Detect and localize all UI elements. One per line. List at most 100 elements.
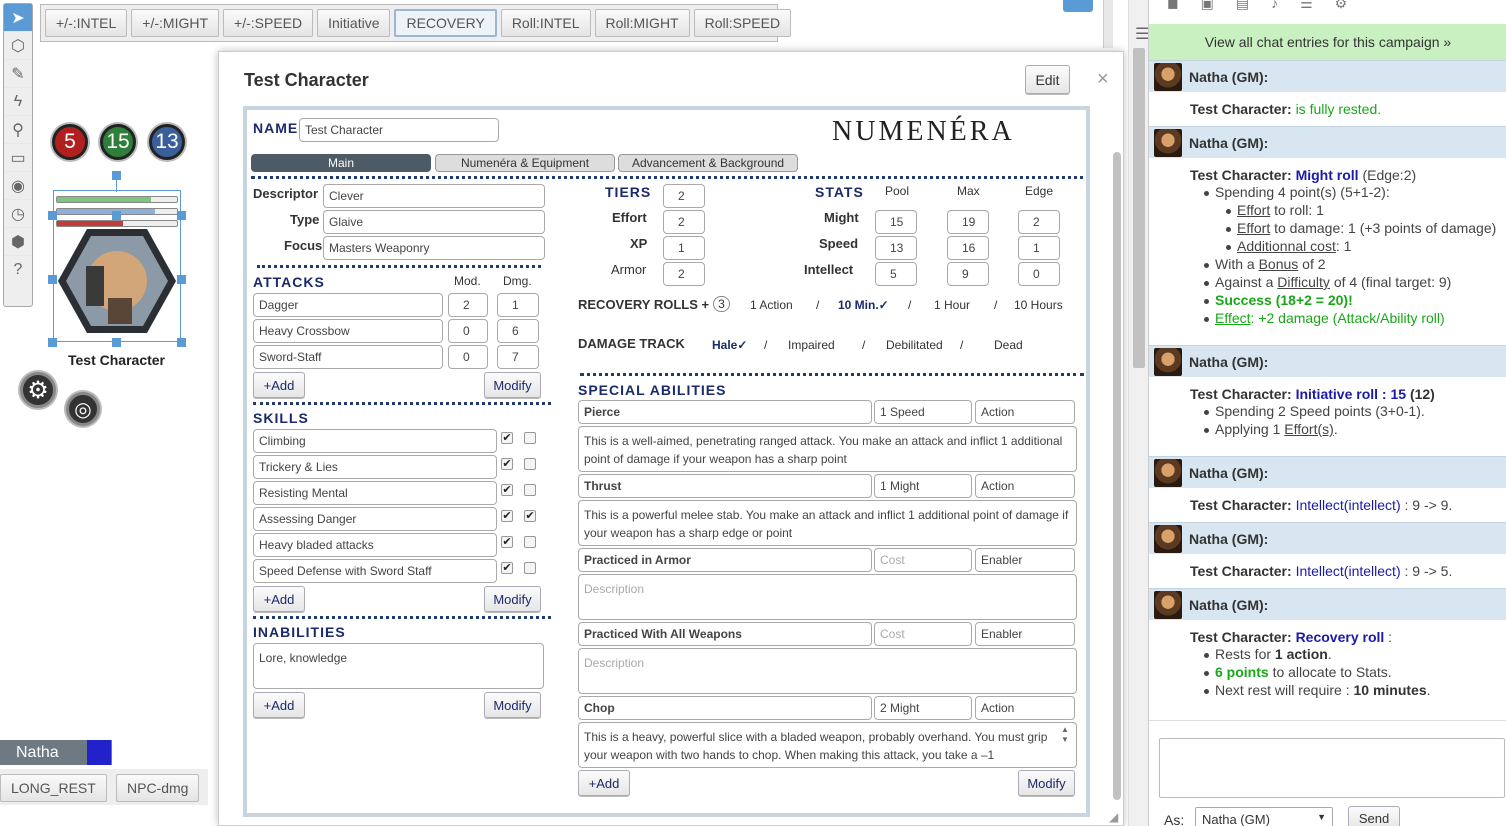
ruler-icon[interactable]: ▭ — [4, 144, 32, 172]
list-icon[interactable]: ☰ — [1300, 0, 1313, 14]
edit-button[interactable]: Edit — [1025, 65, 1070, 94]
effect-link[interactable]: Effect — [1215, 310, 1251, 326]
attacks-add-button[interactable]: +Add — [253, 372, 305, 398]
skill-specialized-checkbox[interactable] — [524, 562, 536, 574]
help-icon[interactable]: ? — [4, 256, 32, 284]
ability-name[interactable]: Pierce — [578, 400, 872, 424]
macro-button[interactable]: +/-:MIGHT — [131, 9, 220, 37]
ability-name[interactable]: Practiced in Armor — [578, 548, 872, 572]
speed-edge[interactable]: 1 — [1018, 236, 1060, 260]
ability-type[interactable]: Action — [975, 400, 1075, 424]
skill-specialized-checkbox[interactable]: ✔ — [524, 510, 536, 522]
chat-icon[interactable]: ◼ — [1167, 0, 1179, 14]
zoom-icon[interactable]: ⚲ — [4, 116, 32, 144]
dice-icon[interactable]: ⬢ — [4, 228, 32, 256]
resize-handle[interactable] — [112, 211, 121, 220]
player-name-bar[interactable]: Natha — [0, 740, 112, 765]
journal-icon[interactable]: ▤ — [1236, 0, 1249, 14]
skill-specialized-checkbox[interactable] — [524, 432, 536, 444]
resize-handle[interactable] — [48, 211, 57, 220]
skill-name[interactable]: Heavy bladed attacks — [253, 533, 497, 557]
xp-field[interactable]: 1 — [663, 236, 705, 260]
tab-numenera-equipment[interactable]: Numenéra & Equipment — [435, 154, 615, 172]
chat-roll[interactable]: Initiative roll : 15 — [1296, 386, 1406, 402]
macro-button[interactable]: Roll:SPEED — [693, 9, 792, 37]
recovery-10-hours[interactable]: 10 Hours — [1014, 298, 1074, 312]
ability-description[interactable]: This is a heavy, powerful slice with a b… — [578, 722, 1077, 768]
skill-trained-checkbox[interactable]: ✔ — [501, 484, 513, 496]
tiers-field[interactable]: 2 — [663, 184, 705, 208]
intellect-max[interactable]: 9 — [947, 262, 989, 286]
skill-trained-checkbox[interactable]: ✔ — [501, 536, 513, 548]
armor-field[interactable]: 2 — [663, 262, 705, 286]
additional-cost-link[interactable]: Additionnal cost — [1237, 238, 1336, 254]
macro-button[interactable]: Roll:INTEL — [500, 9, 591, 37]
page-scrollbar[interactable] — [1128, 0, 1148, 826]
type-field[interactable]: Glaive — [323, 210, 545, 234]
attack-dmg[interactable]: 7 — [497, 345, 539, 369]
skill-specialized-checkbox[interactable] — [524, 536, 536, 548]
skill-name[interactable]: Trickery & Lies — [253, 455, 497, 479]
close-icon[interactable]: × — [1097, 68, 1109, 91]
token-portrait[interactable] — [56, 226, 178, 336]
ability-type[interactable]: Action — [975, 696, 1075, 720]
view-all-chat-link[interactable]: View all chat entries for this campaign … — [1149, 24, 1506, 60]
bonus-link[interactable]: Bonus — [1259, 256, 1299, 272]
ability-name[interactable]: Chop — [578, 696, 872, 720]
ability-type[interactable]: Action — [975, 474, 1075, 498]
resize-handle[interactable] — [177, 211, 186, 220]
ability-description[interactable]: Description — [578, 574, 1077, 620]
macro-button[interactable]: Initiative — [317, 9, 391, 37]
skill-specialized-checkbox[interactable] — [524, 458, 536, 470]
effort-field[interactable]: 2 — [663, 210, 705, 234]
cube-icon[interactable]: ⬡ — [4, 32, 32, 60]
resize-handle[interactable] — [48, 338, 57, 347]
map-scrollbar[interactable] — [1103, 0, 1113, 48]
attack-name[interactable]: Heavy Crossbow — [253, 319, 443, 343]
abilities-modify-button[interactable]: Modify — [1018, 770, 1075, 796]
recovery-10-min[interactable]: 10 Min.✓ — [838, 298, 908, 312]
ability-cost[interactable]: Cost — [874, 622, 972, 646]
skill-trained-checkbox[interactable]: ✔ — [501, 458, 513, 470]
attack-name[interactable]: Dagger — [253, 293, 443, 317]
skill-trained-checkbox[interactable]: ✔ — [501, 562, 513, 574]
ability-description[interactable]: Description — [578, 648, 1077, 694]
focus-field[interactable]: Masters Weaponry — [323, 236, 545, 260]
ability-cost[interactable]: 1 Might — [874, 474, 972, 498]
name-field[interactable]: Test Character — [299, 118, 499, 142]
effort-link[interactable]: Effort — [1237, 220, 1270, 236]
effort-link[interactable]: Effort — [1237, 202, 1270, 218]
recovery-1-hour[interactable]: 1 Hour — [934, 298, 994, 312]
skill-name[interactable]: Speed Defense with Sword Staff — [253, 559, 497, 583]
select-pointer-icon[interactable]: ➤ — [4, 4, 32, 32]
music-icon[interactable]: ♪ — [1271, 0, 1278, 14]
might-max[interactable]: 19 — [947, 210, 989, 234]
chat-roll[interactable]: Might roll — [1296, 167, 1359, 183]
token-bubble-green[interactable]: 15 — [100, 124, 136, 160]
long-rest-button[interactable]: LONG_REST — [0, 774, 107, 802]
might-edge[interactable]: 2 — [1018, 210, 1060, 234]
attacks-modify-button[interactable]: Modify — [484, 372, 541, 398]
difficulty-link[interactable]: Difficulty — [1277, 274, 1330, 290]
token-bubble-red[interactable]: 5 — [52, 124, 88, 160]
ability-description[interactable]: This is a powerful melee stab. You make … — [578, 500, 1077, 546]
ability-type[interactable]: Enabler — [975, 622, 1075, 646]
tab-advancement-background[interactable]: Advancement & Background — [618, 154, 798, 172]
attack-mod[interactable]: 2 — [448, 293, 488, 317]
skill-specialized-checkbox[interactable] — [524, 484, 536, 496]
resize-handle[interactable] — [112, 171, 121, 180]
chat-roll[interactable]: Recovery roll — [1296, 629, 1385, 645]
macro-button[interactable]: Roll:MIGHT — [594, 9, 690, 37]
might-pool[interactable]: 15 — [875, 210, 917, 234]
damage-hale[interactable]: Hale✓ — [712, 338, 764, 352]
attack-dmg[interactable]: 6 — [497, 319, 539, 343]
brush-icon[interactable]: ✎ — [4, 60, 32, 88]
speed-pool[interactable]: 13 — [875, 236, 917, 260]
attack-mod[interactable]: 0 — [448, 345, 488, 369]
ability-name[interactable]: Thrust — [578, 474, 872, 498]
send-button[interactable]: Send — [1348, 806, 1400, 826]
recovery-1-action[interactable]: 1 Action — [750, 298, 816, 312]
window-resize-icon[interactable]: ◢ — [1109, 810, 1118, 824]
image-icon[interactable]: ▣ — [1201, 0, 1214, 14]
ability-description[interactable]: This is a well-aimed, penetrating ranged… — [578, 426, 1077, 472]
